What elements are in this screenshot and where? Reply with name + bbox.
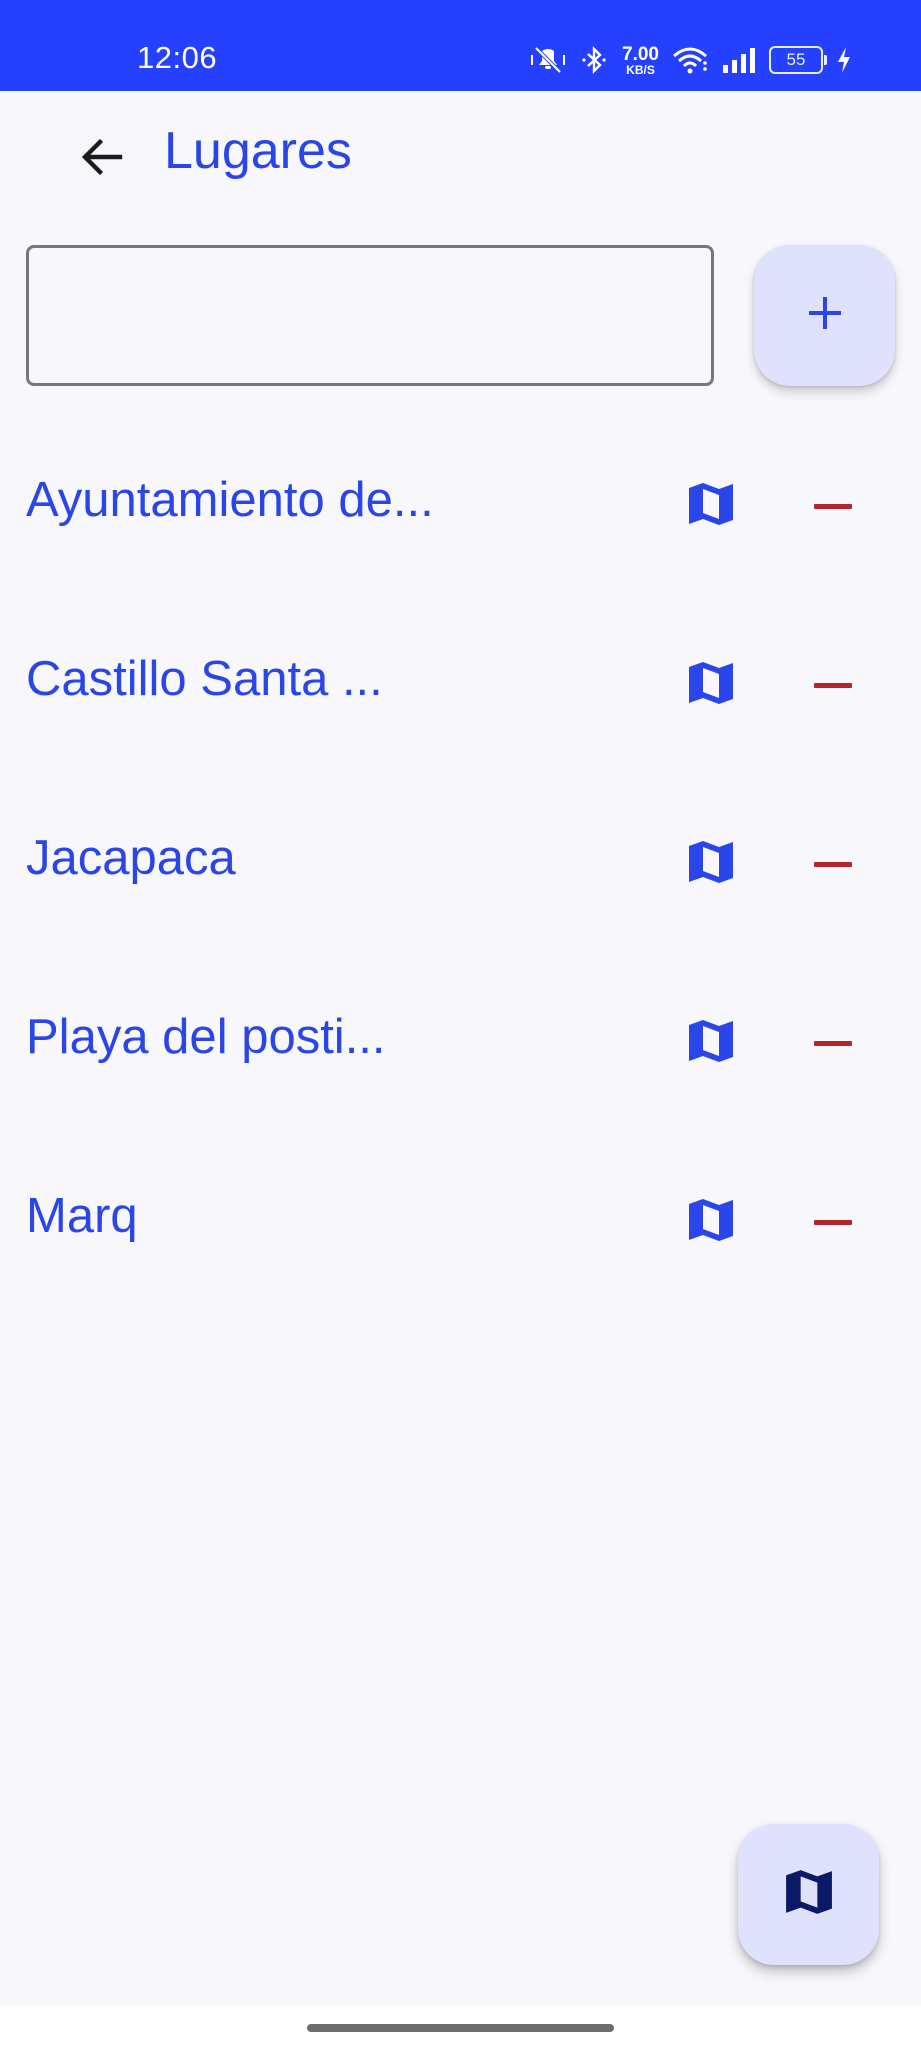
network-speed-value: 7.00 <box>622 43 659 65</box>
home-indicator[interactable] <box>307 2024 614 2032</box>
remove-icon <box>814 503 852 509</box>
list-item: Jacapaca <box>0 770 921 949</box>
open-map-fab[interactable] <box>738 1824 879 1965</box>
network-speed-unit: KB/S <box>626 62 655 77</box>
status-icons: 7.00 KB/S 55 <box>528 42 853 78</box>
charging-icon <box>835 45 853 75</box>
map-icon <box>687 1017 735 1070</box>
view-on-map-button[interactable] <box>673 468 749 544</box>
place-name[interactable]: Ayuntamiento de... <box>26 472 434 528</box>
map-icon <box>784 1867 834 1922</box>
map-icon <box>687 1196 735 1249</box>
mute-vibrate-icon <box>528 45 568 75</box>
bluetooth-icon <box>580 45 610 75</box>
page-title: Lugares <box>164 122 352 180</box>
list-item: Marq <box>0 1128 921 1307</box>
view-on-map-button[interactable] <box>673 1184 749 1260</box>
arrow-back-icon <box>78 133 126 186</box>
list-item: Ayuntamiento de... <box>0 412 921 591</box>
back-button[interactable] <box>62 119 142 199</box>
place-name-input[interactable] <box>26 245 714 386</box>
gesture-nav-bar <box>0 2006 921 2048</box>
view-on-map-button[interactable] <box>673 1005 749 1081</box>
remove-icon <box>814 1219 852 1225</box>
view-on-map-button[interactable] <box>673 826 749 902</box>
status-time: 12:06 <box>137 40 218 75</box>
remove-place-button[interactable] <box>795 1005 871 1081</box>
map-icon <box>687 838 735 891</box>
status-bar: 12:06 7.00 KB/S 55 <box>0 0 921 91</box>
app-bar: Lugares <box>0 91 921 216</box>
map-icon <box>687 480 735 533</box>
remove-place-button[interactable] <box>795 647 871 723</box>
list-item: Castillo Santa ... <box>0 591 921 770</box>
place-name[interactable]: Playa del posti... <box>26 1009 386 1065</box>
battery-icon: 55 <box>769 46 827 74</box>
places-list: Ayuntamiento de... Castillo Santa ... Ja… <box>0 412 921 1307</box>
place-name[interactable]: Jacapaca <box>26 830 236 886</box>
plus-icon <box>805 293 845 338</box>
remove-icon <box>814 682 852 688</box>
place-name[interactable]: Marq <box>26 1188 138 1244</box>
view-on-map-button[interactable] <box>673 647 749 723</box>
remove-place-button[interactable] <box>795 468 871 544</box>
remove-place-button[interactable] <box>795 826 871 902</box>
network-speed: 7.00 KB/S <box>622 45 659 76</box>
map-icon <box>687 659 735 712</box>
remove-icon <box>814 1040 852 1046</box>
signal-icon <box>721 45 757 75</box>
place-name[interactable]: Castillo Santa ... <box>26 651 383 707</box>
list-item: Playa del posti... <box>0 949 921 1128</box>
remove-place-button[interactable] <box>795 1184 871 1260</box>
wifi-icon <box>671 45 709 75</box>
remove-icon <box>814 861 852 867</box>
add-place-button[interactable] <box>754 245 895 386</box>
